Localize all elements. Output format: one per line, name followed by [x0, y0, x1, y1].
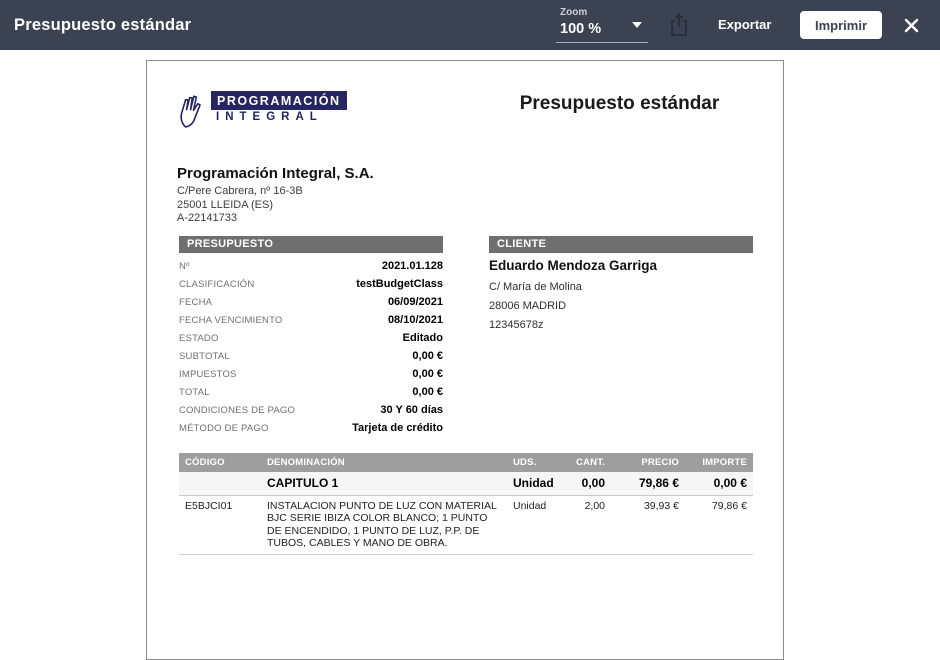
- cell-importe: 79,86 €: [685, 495, 753, 554]
- cell-cant: 2,00: [561, 495, 611, 554]
- col-header-precio: PRECIO: [611, 453, 685, 472]
- cell-codigo: [179, 472, 261, 495]
- items-header-row: CÓDIGO DENOMINACIÓN UDS. CANT. PRECIO IM…: [179, 453, 753, 472]
- field-label: CLASIFICACIÓN: [179, 279, 254, 290]
- chevron-down-icon: [632, 22, 642, 28]
- zoom-select[interactable]: Zoom 100 %: [556, 3, 648, 43]
- budget-row-metodo: MÉTODO DE PAGO Tarjeta de crédito: [179, 422, 443, 440]
- field-label: FECHA VENCIMIENTO: [179, 315, 283, 326]
- client-id: 12345678z: [489, 319, 657, 331]
- field-label: Nº: [179, 261, 190, 272]
- field-value: 0,00 €: [412, 350, 443, 362]
- col-header-codigo: CÓDIGO: [179, 453, 261, 472]
- col-header-uds: UDS.: [507, 453, 561, 472]
- cell-precio: 79,86 €: [611, 472, 685, 495]
- budget-section-header: PRESUPUESTO: [179, 236, 443, 253]
- document-preview-page: PROGRAMACIÓN INTEGRAL Presupuesto estánd…: [146, 60, 784, 660]
- field-value: 30 Y 60 días: [380, 404, 443, 416]
- budget-row-total: TOTAL 0,00 €: [179, 386, 443, 404]
- logo-line1: PROGRAMACIÓN: [211, 91, 347, 110]
- cell-importe: 0,00 €: [685, 472, 753, 495]
- company-info: Programación Integral, S.A. C/Pere Cabre…: [177, 165, 374, 226]
- company-logo: PROGRAMACIÓN INTEGRAL: [177, 91, 347, 131]
- col-header-importe: IMPORTE: [685, 453, 753, 472]
- field-value: 0,00 €: [412, 386, 443, 398]
- cell-uds: Unidad: [507, 495, 561, 554]
- cell-codigo: E5BJCI01: [179, 495, 261, 554]
- budget-fields: Nº 2021.01.128 CLASIFICACIÓN testBudgetC…: [179, 260, 443, 440]
- logo-text: PROGRAMACIÓN INTEGRAL: [211, 91, 347, 123]
- client-section-header: CLIENTE: [489, 236, 753, 253]
- field-value: 06/09/2021: [388, 296, 443, 308]
- share-icon: [669, 12, 689, 38]
- table-row-item: E5BJCI01 INSTALACION PUNTO DE LUZ CON MA…: [179, 495, 753, 554]
- budget-row-clasificacion: CLASIFICACIÓN testBudgetClass: [179, 278, 443, 296]
- field-label: MÉTODO DE PAGO: [179, 423, 269, 434]
- client-address: C/ María de Molina: [489, 281, 657, 293]
- table-row-chapter: CAPITULO 1 Unidad 0,00 79,86 € 0,00 €: [179, 472, 753, 495]
- field-label: FECHA: [179, 297, 212, 308]
- cell-denominacion: INSTALACION PUNTO DE LUZ CON MATERIAL BJ…: [261, 495, 507, 554]
- field-value: 2021.01.128: [382, 260, 443, 272]
- field-value: Tarjeta de crédito: [352, 422, 443, 434]
- budget-row-subtotal: SUBTOTAL 0,00 €: [179, 350, 443, 368]
- cell-cant: 0,00: [561, 472, 611, 495]
- field-value: 08/10/2021: [388, 314, 443, 326]
- field-label: SUBTOTAL: [179, 351, 230, 362]
- top-toolbar: Presupuesto estándar Zoom 100 % Exportar…: [0, 0, 940, 50]
- field-value: Editado: [403, 332, 443, 344]
- close-icon: [904, 18, 919, 33]
- col-header-cant: CANT.: [561, 453, 611, 472]
- cell-uds: Unidad: [507, 472, 561, 495]
- document-title: Presupuesto estándar: [477, 93, 762, 115]
- close-button[interactable]: [899, 13, 923, 37]
- client-city: 28006 MADRID: [489, 300, 657, 312]
- col-header-denominacion: DENOMINACIÓN: [261, 453, 507, 472]
- field-label: CONDICIONES DE PAGO: [179, 405, 295, 416]
- company-name: Programación Integral, S.A.: [177, 165, 374, 182]
- window-title: Presupuesto estándar: [14, 0, 191, 50]
- client-info: Eduardo Mendoza Garriga C/ María de Moli…: [489, 258, 657, 338]
- budget-row-impuestos: IMPUESTOS 0,00 €: [179, 368, 443, 386]
- field-label: IMPUESTOS: [179, 369, 237, 380]
- zoom-label: Zoom: [560, 7, 644, 18]
- field-label: ESTADO: [179, 333, 219, 344]
- budget-row-vencimiento: FECHA VENCIMIENTO 08/10/2021: [179, 314, 443, 332]
- logo-line2: INTEGRAL: [211, 111, 347, 123]
- cell-denominacion: CAPITULO 1: [261, 472, 507, 495]
- budget-row-numero: Nº 2021.01.128: [179, 260, 443, 278]
- cell-precio: 39,93 €: [611, 495, 685, 554]
- budget-row-estado: ESTADO Editado: [179, 332, 443, 350]
- share-button[interactable]: [663, 9, 695, 41]
- company-tax-id: A-22141733: [177, 212, 374, 226]
- client-name: Eduardo Mendoza Garriga: [489, 258, 657, 273]
- company-address: C/Pere Cabrera, nº 16-3B: [177, 185, 374, 199]
- company-city: 25001 LLEIDA (ES): [177, 199, 374, 213]
- hand-icon: [177, 91, 209, 131]
- field-label: TOTAL: [179, 387, 210, 398]
- field-value: testBudgetClass: [356, 278, 443, 290]
- export-button[interactable]: Exportar: [718, 0, 771, 50]
- budget-row-condiciones: CONDICIONES DE PAGO 30 Y 60 días: [179, 404, 443, 422]
- field-value: 0,00 €: [412, 368, 443, 380]
- print-button[interactable]: Imprimir: [800, 11, 882, 39]
- items-table: CÓDIGO DENOMINACIÓN UDS. CANT. PRECIO IM…: [179, 453, 753, 555]
- budget-row-fecha: FECHA 06/09/2021: [179, 296, 443, 314]
